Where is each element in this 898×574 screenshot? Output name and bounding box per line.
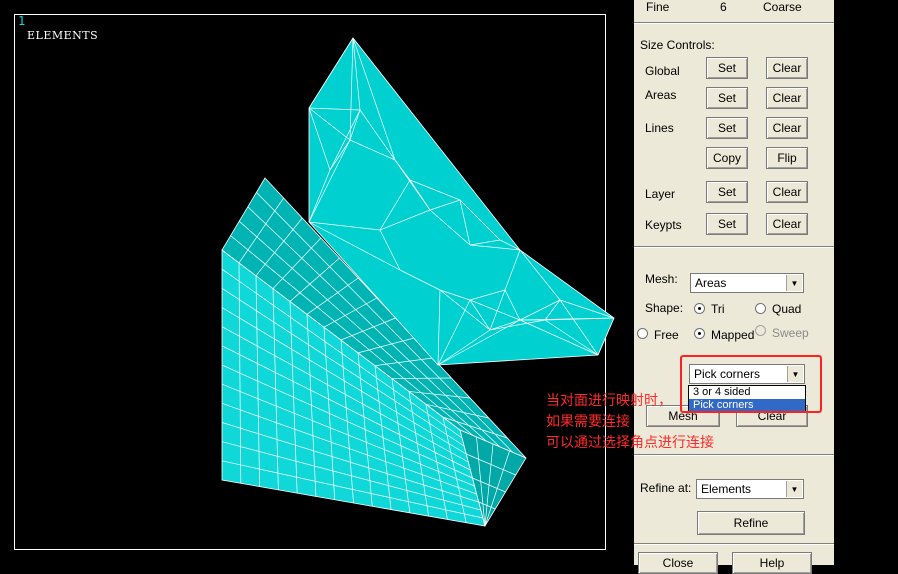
chevron-down-icon[interactable]: ▼ <box>786 275 802 291</box>
refine-button[interactable]: Refine <box>697 511 805 535</box>
smart-size-fine-label: Fine <box>646 0 670 14</box>
layer-set-button[interactable]: Set <box>706 181 748 203</box>
separator <box>634 246 834 248</box>
annotation-line-3: 可以通过选择角点进行连接 <box>546 434 714 450</box>
shape-quad-label: Quad <box>772 302 802 316</box>
annotation-highlight-box <box>680 355 822 413</box>
layer-label: Layer <box>645 187 676 201</box>
shape-quad-radio[interactable] <box>755 303 766 314</box>
global-set-button[interactable]: Set <box>706 57 748 79</box>
sweep-label: Sweep <box>772 326 809 340</box>
mapped-label: Mapped <box>711 328 755 342</box>
refine-at-label: Refine at: <box>640 481 692 495</box>
layer-clear-button[interactable]: Clear <box>766 181 808 203</box>
mesh-label: Mesh: <box>645 272 678 286</box>
sweep-radio[interactable] <box>755 325 766 336</box>
global-clear-button[interactable]: Clear <box>766 57 808 79</box>
shape-tri-label: Tri <box>711 302 725 316</box>
chevron-down-icon[interactable]: ▼ <box>786 481 802 497</box>
refine-at-value: Elements <box>701 482 752 496</box>
separator <box>634 543 834 545</box>
size-controls-label: Size Controls: <box>640 38 715 52</box>
meshtool-panel: Fine 6 Coarse Size Controls: Global Set … <box>634 0 834 574</box>
free-radio[interactable] <box>637 328 648 339</box>
keypts-label: Keypts <box>645 218 682 232</box>
separator <box>634 454 834 456</box>
global-label: Global <box>645 64 680 78</box>
lines-copy-button[interactable]: Copy <box>706 147 748 169</box>
help-button[interactable]: Help <box>732 552 812 574</box>
mapped-radio[interactable] <box>694 328 705 339</box>
free-label: Free <box>654 328 679 342</box>
annotation-line-2: 如果需要连接 <box>546 413 630 429</box>
lines-flip-button[interactable]: Flip <box>766 147 808 169</box>
refine-at-select[interactable]: Elements ▼ <box>696 479 804 499</box>
shape-tri-radio[interactable] <box>694 303 705 314</box>
mesh-entity-value: Areas <box>695 276 727 290</box>
graphics-viewport[interactable]: 1 ELEMENTS <box>0 0 634 565</box>
smart-size-coarse-label: Coarse <box>763 0 802 14</box>
areas-clear-button[interactable]: Clear <box>766 87 808 109</box>
mesh-entity-select[interactable]: Areas ▼ <box>690 273 804 293</box>
window-background <box>834 0 898 565</box>
smart-size-value: 6 <box>720 0 727 14</box>
keypts-set-button[interactable]: Set <box>706 213 748 235</box>
separator <box>634 22 834 24</box>
annotation-line-1: 当对面进行映射时， <box>546 392 672 408</box>
shape-label: Shape: <box>645 301 684 315</box>
mesh-plot <box>221 37 615 528</box>
keypts-clear-button[interactable]: Clear <box>766 213 808 235</box>
close-button[interactable]: Close <box>638 552 718 574</box>
lines-clear-button[interactable]: Clear <box>766 117 808 139</box>
areas-set-button[interactable]: Set <box>706 87 748 109</box>
areas-label: Areas <box>645 88 677 102</box>
lines-set-button[interactable]: Set <box>706 117 748 139</box>
lines-label: Lines <box>645 121 674 135</box>
